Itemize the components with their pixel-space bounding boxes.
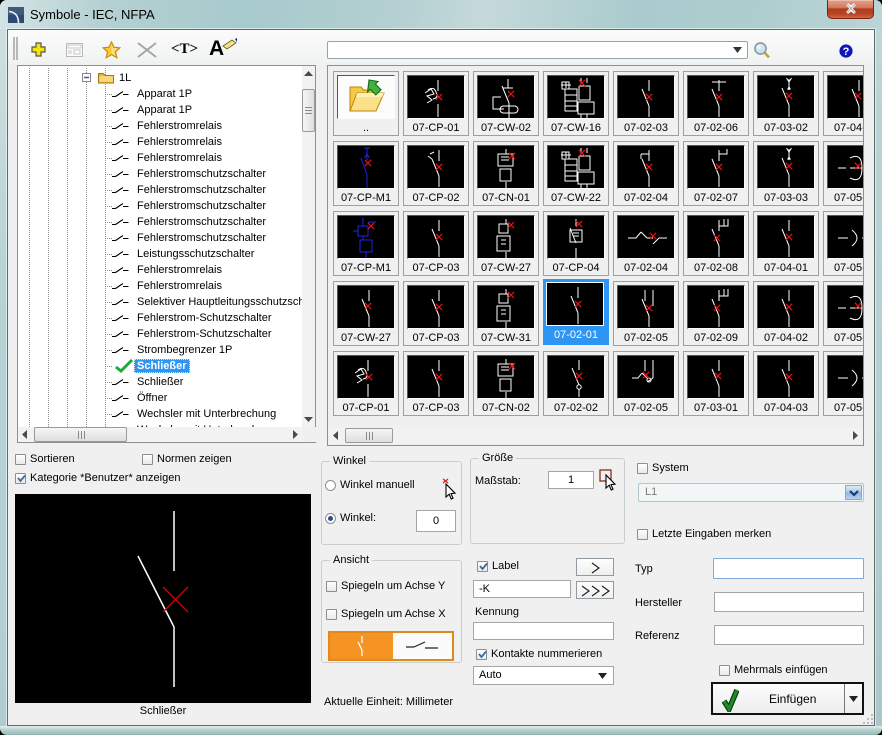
svg-text:?: ? (843, 46, 850, 58)
